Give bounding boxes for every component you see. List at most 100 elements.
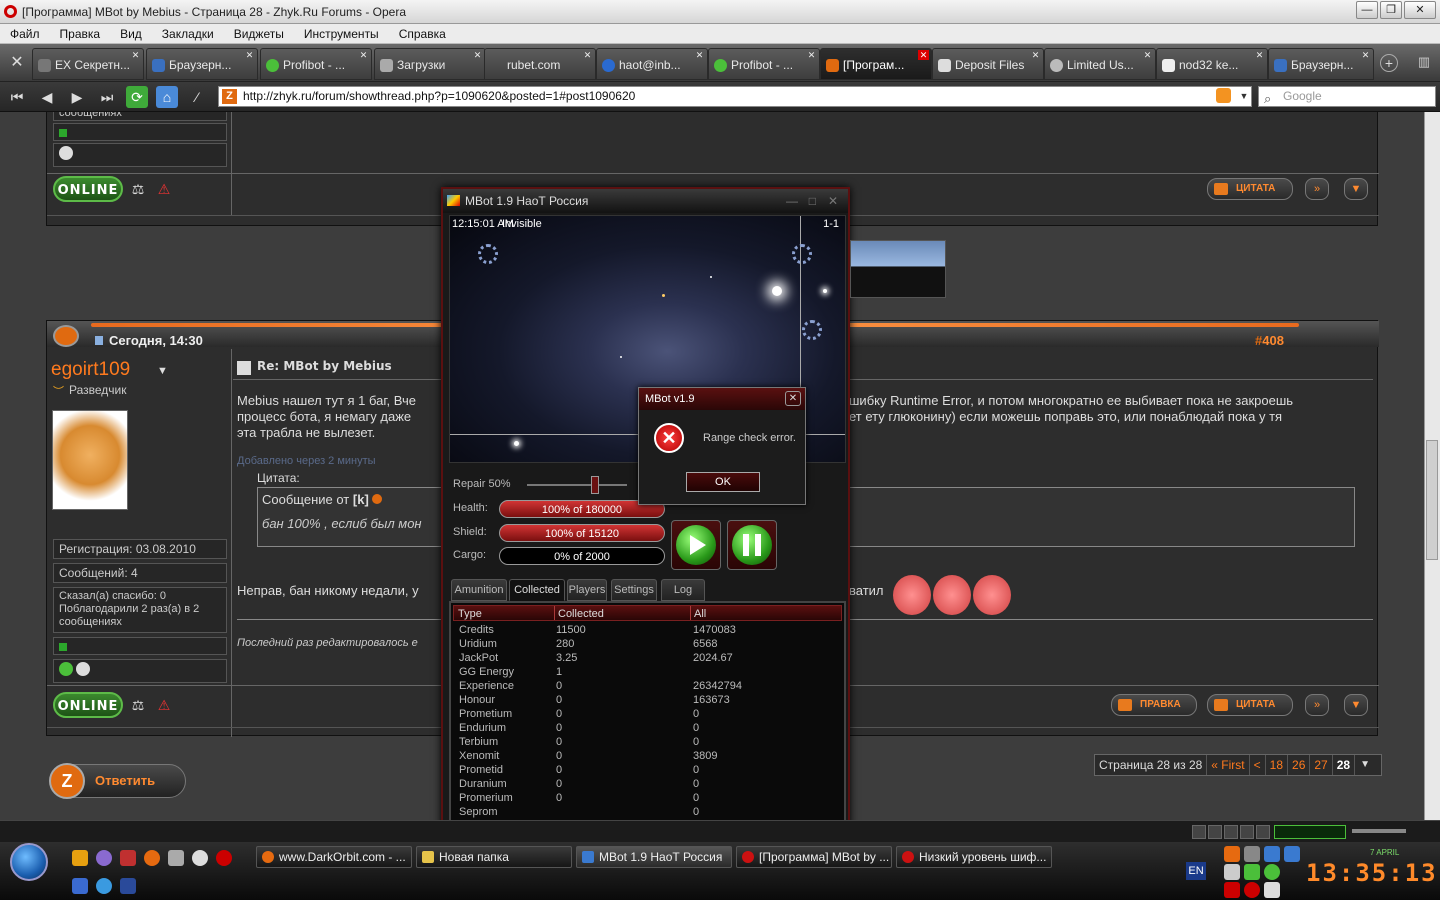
tab-rubet[interactable]: rubet.com ✕ (484, 48, 596, 80)
tray-icon[interactable] (1264, 846, 1280, 862)
tray-icon[interactable] (1244, 846, 1260, 862)
menu-edit[interactable]: Правка (50, 24, 111, 43)
tab-program-active[interactable]: [Програм... ✕ (820, 48, 932, 80)
taskbar-darkorbit[interactable]: www.DarkOrbit.com - ... (256, 846, 412, 868)
quote-button[interactable]: ЦИТАТА (1207, 178, 1293, 200)
tray-icon[interactable] (1284, 846, 1300, 862)
tab-deposit-files[interactable]: Deposit Files ✕ (932, 48, 1044, 80)
tab-close-icon[interactable]: ✕ (244, 50, 255, 60)
tab-close-icon[interactable]: ✕ (358, 50, 369, 60)
media-pause-icon[interactable] (1208, 825, 1222, 839)
tab-amunition[interactable]: Amunition (451, 579, 507, 601)
maximize-button[interactable]: ❐ (1380, 1, 1402, 19)
tab-close-icon[interactable]: ✕ (472, 50, 483, 60)
scrollbar-thumb[interactable] (1426, 440, 1438, 560)
start-button[interactable] (671, 520, 721, 570)
menu-tools[interactable]: Инструменты (294, 24, 389, 43)
quicklaunch-icon[interactable] (168, 850, 184, 866)
quicklaunch-icon[interactable] (120, 850, 136, 866)
tab-browser-2[interactable]: Браузерн... ✕ (1268, 48, 1374, 80)
tools-icon[interactable]: ✕ (6, 52, 28, 74)
tab-close-icon[interactable]: ✕ (582, 50, 593, 60)
ie-icon[interactable] (96, 878, 112, 894)
quicklaunch-icon[interactable] (120, 878, 136, 894)
forward-icon[interactable]: ▶ (66, 86, 88, 108)
tray-icon[interactable] (1264, 882, 1280, 898)
tab-close-icon[interactable]: ✕ (1030, 50, 1041, 60)
quicklaunch-icon[interactable] (192, 850, 208, 866)
tab-close-icon[interactable]: ✕ (1360, 50, 1371, 60)
start-button[interactable] (10, 843, 48, 881)
address-bar[interactable]: Z http://zhyk.ru/forum/showthread.php?p=… (218, 86, 1252, 107)
page-18[interactable]: 18 (1266, 755, 1289, 775)
ok-button[interactable]: OK (686, 472, 760, 492)
firefox-icon[interactable] (144, 850, 160, 866)
reload-icon[interactable]: ⟳ (126, 86, 148, 108)
taskbar-low-level[interactable]: Низкий уровень шиф... (896, 846, 1052, 868)
volume-icon[interactable] (1224, 864, 1240, 880)
volume-slider[interactable] (1352, 829, 1406, 833)
save-icon[interactable] (72, 878, 88, 894)
page-27[interactable]: 27 (1310, 755, 1333, 775)
quote-author[interactable]: [k] (353, 492, 369, 507)
multiquote-button[interactable]: » (1305, 694, 1329, 716)
back-icon[interactable]: ◀ (36, 86, 58, 108)
tab-close-icon[interactable]: ✕ (806, 50, 817, 60)
tab-downloads[interactable]: Загрузки ✕ (374, 48, 486, 80)
tab-secret[interactable]: EX Секретн... ✕ (32, 48, 144, 80)
tab-close-icon[interactable]: ✕ (130, 50, 141, 60)
tab-limited[interactable]: Limited Us... ✕ (1044, 48, 1156, 80)
error-close-icon[interactable]: ✕ (785, 391, 801, 406)
user-menu-icon[interactable]: ▼ (157, 365, 168, 377)
clock[interactable]: 13:35:13 (1306, 858, 1436, 888)
tab-settings[interactable]: Settings (611, 579, 657, 601)
repair-slider-track[interactable] (527, 484, 627, 486)
tab-collected[interactable]: Collected (509, 579, 565, 601)
menu-bookmarks[interactable]: Закладки (152, 24, 224, 43)
network-icon[interactable] (1244, 864, 1260, 880)
taskbar-mbot[interactable]: MBot 1.9 НаоТ Россия (576, 846, 732, 868)
page-prev[interactable]: < (1250, 755, 1266, 775)
opera-quicklaunch-icon[interactable] (216, 850, 232, 866)
post-number[interactable]: #408 (1255, 333, 1284, 348)
address-dropdown-icon[interactable]: ▼ (1237, 88, 1251, 104)
taskbar-new-folder[interactable]: Новая папка (416, 846, 572, 868)
menu-view[interactable]: Вид (110, 24, 152, 43)
media-stop-icon[interactable] (1224, 825, 1238, 839)
close-button[interactable]: ✕ (1404, 1, 1436, 19)
tab-close-icon[interactable]: ✕ (1142, 50, 1153, 60)
tray-icon[interactable] (1224, 882, 1240, 898)
tray-icon[interactable] (1264, 864, 1280, 880)
search-input[interactable]: ⌕ Google (1258, 86, 1436, 107)
mbot-maximize-icon[interactable]: □ (809, 189, 816, 213)
view-post-icon[interactable] (372, 494, 383, 504)
page-menu-icon[interactable]: ▼ (1355, 755, 1375, 775)
opera-tray-icon[interactable] (1244, 882, 1260, 898)
tab-profibot-2[interactable]: Profibot - ... ✕ (708, 48, 820, 80)
rss-icon[interactable] (1216, 88, 1231, 103)
thanks-button[interactable]: ▼ (1344, 178, 1368, 200)
home-icon[interactable]: ⌂ (156, 86, 178, 108)
multiquote-button[interactable]: » (1305, 178, 1329, 200)
tab-profibot-1[interactable]: Profibot - ... ✕ (260, 48, 372, 80)
rewind-icon[interactable]: ⏮ (6, 86, 28, 108)
repair-slider-thumb[interactable] (591, 476, 599, 494)
quicklaunch-icon[interactable] (72, 850, 88, 866)
tab-close-icon[interactable]: ✕ (694, 50, 705, 60)
menu-widgets[interactable]: Виджеты (224, 24, 294, 43)
reputation-icon[interactable]: ⚖ (129, 180, 147, 198)
taskbar-opera-program[interactable]: [Программа] MBot by ... (736, 846, 892, 868)
wand-icon[interactable]: ⁄ (186, 86, 208, 108)
tab-nod32[interactable]: nod32 ke... ✕ (1156, 48, 1268, 80)
minimize-button[interactable]: — (1356, 1, 1378, 19)
mbot-close-icon[interactable]: ✕ (828, 189, 838, 213)
tab-log[interactable]: Log (661, 579, 705, 601)
menu-help[interactable]: Справка (389, 24, 456, 43)
edit-button[interactable]: ПРАВКА (1111, 694, 1197, 716)
tab-close-icon[interactable]: ✕ (918, 50, 929, 60)
fast-forward-icon[interactable]: ⏭ (96, 86, 118, 108)
media-next-icon[interactable] (1256, 825, 1270, 839)
language-indicator[interactable]: EN (1186, 862, 1206, 880)
trash-icon[interactable]: ▥ (1416, 54, 1432, 72)
media-play-icon[interactable] (1192, 825, 1206, 839)
